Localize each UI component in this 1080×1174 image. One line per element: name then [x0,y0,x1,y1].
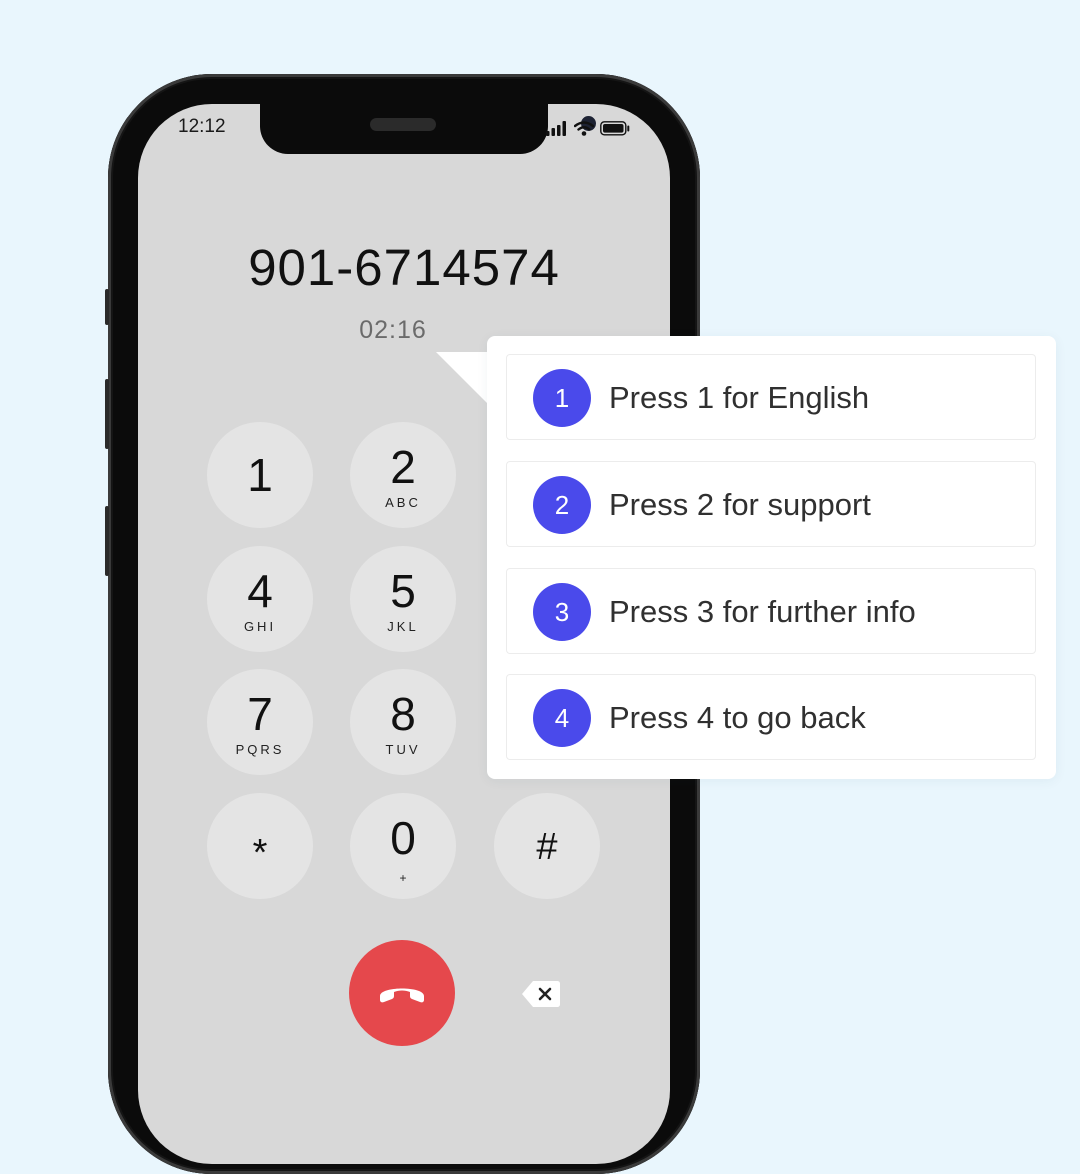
keypad-key-4[interactable]: 4 GHI [207,546,313,652]
side-button [105,289,109,325]
ivr-menu-card: 1 Press 1 for English 2 Press 2 for supp… [487,336,1056,779]
ivr-option: 2 Press 2 for support [506,461,1036,547]
keypad-key-star[interactable]: * [207,793,313,899]
ivr-option: 1 Press 1 for English [506,354,1036,440]
ivr-option-text: Press 3 for further info [609,594,916,629]
keypad-key-1[interactable]: 1 [207,422,313,528]
keypad-key-7[interactable]: 7 PQRS [207,669,313,775]
keypad-key-2[interactable]: 2 ABC [350,422,456,528]
ivr-option-badge: 4 [533,689,591,747]
notch [260,104,596,154]
key-digit: 7 [247,688,273,740]
keypad-key-5[interactable]: 5 JKL [350,546,456,652]
end-call-button[interactable] [349,940,455,1046]
key-letters: PQRS [235,742,285,757]
ivr-option-badge: 1 [533,369,591,427]
keypad-key-8[interactable]: 8 TUV [350,669,456,775]
phone-hangup-icon [380,988,424,1003]
volume-up-button [105,379,109,449]
key-letters: ABC [385,495,421,510]
status-icons [546,118,630,138]
backspace-icon [522,981,560,1007]
speaker-grille [370,118,436,131]
key-digit: 5 [390,565,416,617]
ivr-option: 3 Press 3 for further info [506,568,1036,654]
key-symbol: # [536,826,558,868]
key-digit: 8 [390,688,416,740]
volume-down-button [105,506,109,576]
status-time: 12:12 [178,116,226,137]
key-plus: + [399,871,407,885]
ivr-option-badge: 2 [533,476,591,534]
signal-bars-icon [546,120,566,136]
ivr-option-badge: 3 [533,583,591,641]
key-digit: 2 [390,441,416,493]
key-letters: JKL [387,619,419,634]
key-letters: GHI [243,619,277,634]
ivr-option-text: Press 1 for English [609,380,870,415]
key-letters: TUV [385,742,421,757]
delete-button[interactable] [521,979,561,1014]
ivr-option-text: Press 2 for support [609,487,871,522]
keypad-key-0[interactable]: 0 + [350,793,456,899]
ivr-option: 4 Press 4 to go back [506,674,1036,760]
key-digit: 0 [390,812,416,864]
dialed-number: 901-6714574 [248,239,560,296]
key-symbol: * [252,832,268,874]
callout-pointer [436,352,492,408]
keypad-key-hash[interactable]: # [494,793,600,899]
ivr-option-text: Press 4 to go back [609,700,866,735]
battery-icon [600,120,630,136]
wifi-icon [574,120,594,136]
key-digit: 1 [247,449,273,501]
key-digit: 4 [247,565,273,617]
